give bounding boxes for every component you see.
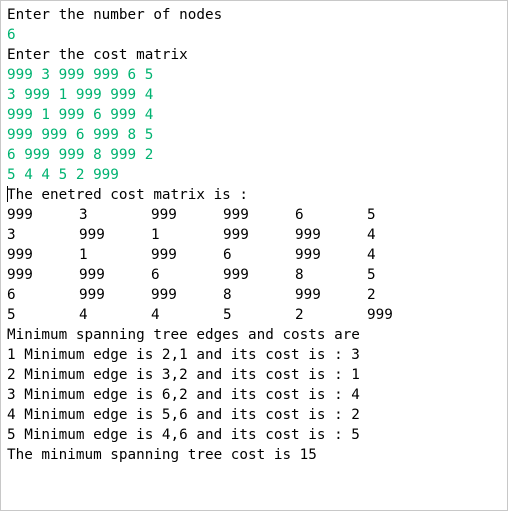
matrix-cell: 8 [223,287,232,303]
input-row: 999 1 999 6 999 4 [7,107,154,123]
matrix-header: The enetred cost matrix is : [7,187,249,203]
matrix-cell: 5 [367,207,376,223]
matrix-cell: 999 [7,267,33,283]
input-row: 999 3 999 999 6 5 [7,67,154,83]
matrix-cell: 999 [367,307,393,323]
matrix-row: 999 1 999 6 999 4 [7,245,507,265]
mst-edge-line: 2 Minimum edge is 3,2 and its cost is : … [7,367,360,383]
input-nodes: 6 [7,27,16,43]
matrix-row: 999 999 6 999 8 5 [7,265,507,285]
mst-edge-line: 4 Minimum edge is 5,6 and its cost is : … [7,407,360,423]
matrix-cell: 4 [367,247,376,263]
matrix-cell: 6 [7,287,16,303]
matrix-cell: 4 [151,307,160,323]
mst-edge-line: 5 Minimum edge is 4,6 and its cost is : … [7,427,360,443]
prompt-nodes: Enter the number of nodes [7,7,223,23]
matrix-header-line: The enetred cost matrix is : [7,185,507,205]
matrix-row: 6 999 999 8 999 2 [7,285,507,305]
mst-edge-line: 3 Minimum edge is 6,2 and its cost is : … [7,387,360,403]
matrix-cell: 999 [151,247,177,263]
matrix-cell: 999 [7,247,33,263]
cost-matrix-table: 999 3 999 999 6 5 3 999 1 999 999 4 999 1 999 6 999 4 999 9… [7,205,507,325]
matrix-cell: 6 [223,247,232,263]
matrix-cell: 999 [79,227,105,243]
matrix-cell: 999 [7,207,33,223]
matrix-cell: 6 [151,267,160,283]
matrix-cell: 3 [7,227,16,243]
matrix-cell: 8 [295,267,304,283]
matrix-cell: 5 [367,267,376,283]
matrix-cell: 999 [79,267,105,283]
matrix-cell: 999 [295,287,321,303]
mst-edge-line: 1 Minimum edge is 2,1 and its cost is : … [7,347,360,363]
matrix-cell: 2 [367,287,376,303]
matrix-cell: 999 [79,287,105,303]
matrix-cell: 999 [151,207,177,223]
input-row: 5 4 4 5 2 999 [7,167,119,183]
matrix-cell: 2 [295,307,304,323]
mst-header: Minimum spanning tree edges and costs ar… [7,327,360,343]
matrix-cell: 999 [223,207,249,223]
console-output[interactable]: Enter the number of nodes 6 Enter the co… [0,0,508,511]
matrix-cell: 4 [79,307,88,323]
matrix-cell: 6 [295,207,304,223]
matrix-row: 999 3 999 999 6 5 [7,205,507,225]
matrix-row: 3 999 1 999 999 4 [7,225,507,245]
matrix-cell: 999 [223,267,249,283]
matrix-cell: 999 [295,247,321,263]
matrix-cell: 1 [151,227,160,243]
matrix-cell: 999 [151,287,177,303]
matrix-cell: 1 [79,247,88,263]
matrix-cell: 5 [7,307,16,323]
prompt-matrix: Enter the cost matrix [7,47,188,63]
input-row: 3 999 1 999 999 4 [7,87,154,103]
input-row: 999 999 6 999 8 5 [7,127,154,143]
input-row: 6 999 999 8 999 2 [7,147,154,163]
matrix-row: 5 4 4 5 2 999 [7,305,507,325]
matrix-cell: 3 [79,207,88,223]
mst-total: The minimum spanning tree cost is 15 [7,447,317,463]
matrix-cell: 999 [223,227,249,243]
matrix-cell: 999 [295,227,321,243]
matrix-cell: 5 [223,307,232,323]
matrix-cell: 4 [367,227,376,243]
